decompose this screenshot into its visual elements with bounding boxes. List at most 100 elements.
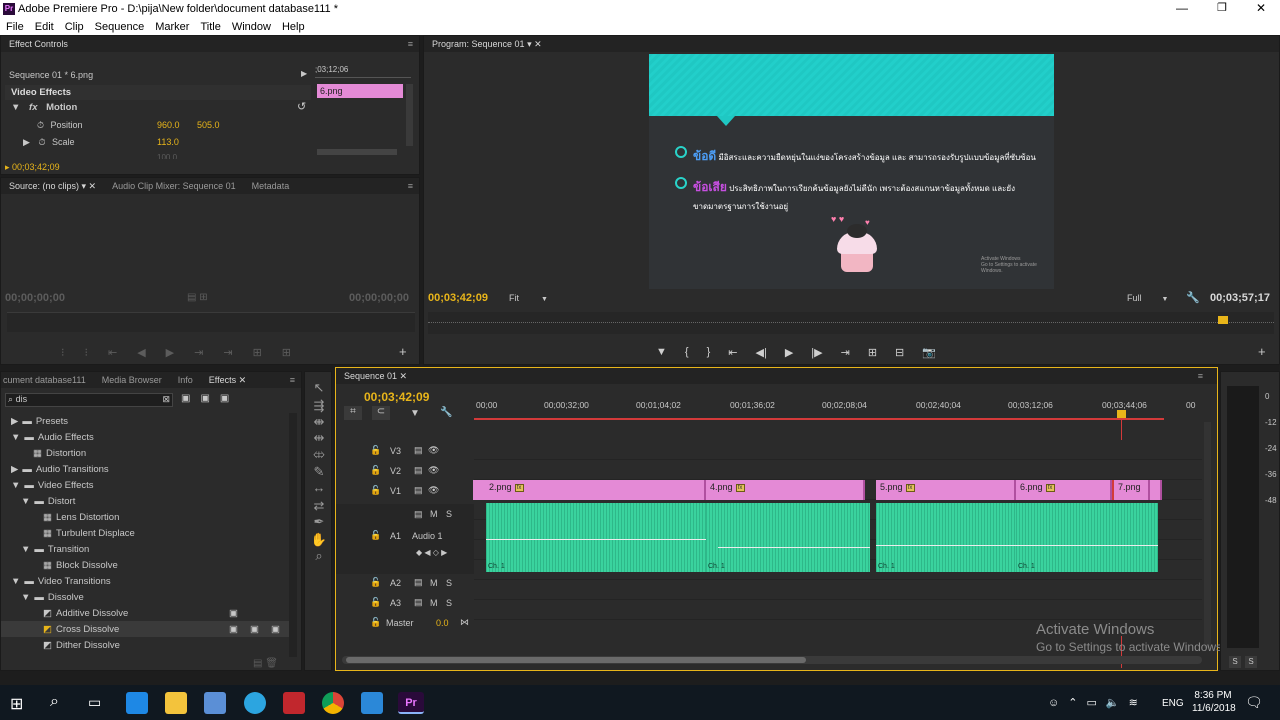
hand-icon[interactable]: ✋ (310, 532, 328, 548)
tree-block-dissolve[interactable]: ▦ Block Dissolve (1, 557, 289, 573)
timeline-vscroll[interactable] (1204, 422, 1211, 648)
lock-icon[interactable]: 🔓 (370, 597, 381, 608)
snap-icon[interactable]: ⌗ (344, 406, 362, 420)
meter-solo-left[interactable]: S (1229, 656, 1241, 668)
keyframe-nav-icon[interactable]: ◆ ◀ ◇ ▶ (416, 548, 447, 557)
play-icon[interactable]: ▶ (785, 346, 793, 359)
clip-5-png[interactable]: 5.png fx (876, 480, 1016, 500)
tree-lens-distortion[interactable]: ▦ Lens Distortion (1, 509, 289, 525)
meter-solo-right[interactable]: S (1245, 656, 1257, 668)
tab-program[interactable]: Program: Sequence 01 ▾ ✕ (424, 39, 550, 50)
tree-distort[interactable]: ▼ ▬ Distort (1, 493, 289, 509)
extract-icon[interactable]: ⊟ (895, 346, 904, 359)
step-back-icon[interactable]: ◀| (755, 346, 766, 359)
mark-in-icon[interactable]: { (685, 346, 689, 359)
audio-clip-2[interactable]: Ch. 1 (706, 503, 870, 572)
tree-audio-transitions[interactable]: ▶ ▬ Audio Transitions (1, 461, 289, 477)
chrome-icon[interactable] (322, 692, 344, 714)
slide-icon[interactable]: ⇄ (310, 498, 328, 514)
add-button[interactable]: + (1258, 344, 1266, 359)
go-to-out-icon[interactable]: ⇥ (841, 346, 850, 359)
tab-media-browser[interactable]: Media Browser (94, 375, 170, 386)
motion-row[interactable]: ▼ fx Motion (11, 102, 77, 113)
source-settings-icon[interactable]: ▤ ⊞ (187, 292, 208, 303)
clip-8-png[interactable] (1150, 480, 1162, 500)
menu-window[interactable]: Window (232, 21, 271, 33)
clip-2-png[interactable]: 2.png fx (473, 480, 706, 500)
effects-search-field[interactable]: ⌕ dis ⊠ (5, 393, 173, 407)
menu-marker[interactable]: Marker (155, 21, 189, 33)
restore-button[interactable]: ❐ (1217, 1, 1227, 14)
new-bin-icon[interactable]: ▤ 🗑 (253, 658, 278, 669)
tab-effects[interactable]: Effects ✕ (201, 375, 254, 386)
track-a1-label[interactable]: A1 (390, 531, 401, 541)
tab-sequence[interactable]: Sequence 01 ✕ (336, 371, 415, 382)
mark-out-icon[interactable]: } (707, 346, 711, 359)
solo-button[interactable]: S (446, 598, 452, 608)
file-explorer-icon[interactable] (165, 692, 187, 714)
track-v2-label[interactable]: V2 (390, 466, 401, 476)
tab-source[interactable]: Source: (no clips) ▾ ✕ (1, 181, 104, 192)
playhead-handle[interactable] (1117, 410, 1126, 418)
search-icon[interactable]: ⌕ (50, 693, 59, 711)
fx-icon[interactable]: fx (29, 102, 37, 113)
lock-icon[interactable]: 🔓 (370, 617, 381, 628)
minimize-button[interactable]: — (1176, 1, 1188, 15)
tab-info[interactable]: Info (170, 375, 201, 386)
work-area-bar[interactable] (474, 418, 1164, 420)
panel-menu-icon[interactable]: ≡ (1198, 371, 1203, 381)
stopwatch-icon[interactable]: ⏱ (37, 120, 44, 130)
lock-icon[interactable]: 🔓 (370, 465, 381, 476)
yuv-effects-icon[interactable]: ▣ (220, 393, 239, 404)
selection-tool-icon[interactable]: ↖ (310, 380, 328, 396)
clock[interactable]: 8:36 PM 11/6/2018 (1192, 690, 1236, 714)
mute-button[interactable]: M (430, 598, 438, 608)
menu-sequence[interactable]: Sequence (95, 21, 145, 33)
sync-lock-icon[interactable]: ▤ (414, 445, 423, 456)
lock-icon[interactable]: 🔓 (370, 577, 381, 588)
audio-clip-4[interactable]: Ch. 1 (1016, 503, 1158, 572)
clear-search-icon[interactable]: ⊠ (162, 394, 170, 405)
tree-video-transitions[interactable]: ▼ ▬ Video Transitions (1, 573, 289, 589)
menu-title[interactable]: Title (200, 21, 220, 33)
track-v3-label[interactable]: V3 (390, 446, 401, 456)
sync-lock-icon[interactable]: ▤ (414, 509, 423, 520)
clip-7-png[interactable]: 7.png (1112, 480, 1150, 500)
tree-video-effects[interactable]: ▼ ▬ Video Effects (1, 477, 289, 493)
program-playhead[interactable] (1218, 316, 1228, 324)
tree-turbulent-displace[interactable]: ▦ Turbulent Displace (1, 525, 289, 541)
premiere-taskbar-icon[interactable]: Pr (398, 692, 424, 714)
fit-dropdown[interactable]: Fit ▼ (509, 293, 559, 305)
timeline-settings-icon[interactable]: 🔧 (440, 407, 452, 418)
menu-help[interactable]: Help (282, 21, 305, 33)
mute-button[interactable]: M (430, 578, 438, 588)
tree-transition[interactable]: ▼ ▬ Transition (1, 541, 289, 557)
clip-6-png[interactable]: 6.png fx (1016, 480, 1112, 500)
people-icon[interactable]: ☺ (1048, 697, 1068, 709)
timeline-timecode[interactable]: 00;03;42;09 (364, 390, 429, 404)
effects-vscroll[interactable] (289, 413, 297, 657)
add-marker-icon[interactable]: ▼ (656, 346, 667, 359)
position-x-value[interactable]: 960.0 (157, 120, 180, 130)
language-indicator[interactable]: ENG (1162, 698, 1184, 709)
track-select-icon[interactable]: ⇶ (310, 398, 328, 414)
program-ruler[interactable] (428, 312, 1274, 334)
sync-lock-icon[interactable]: ▤ (414, 577, 423, 588)
reset-icon[interactable]: ↺ (297, 100, 306, 113)
accelerated-effects-icon[interactable]: ▣ (181, 393, 200, 404)
network-icon[interactable]: ▭ (1086, 697, 1105, 709)
ec-clip-bar[interactable]: 6.png (317, 84, 403, 98)
ie-icon[interactable] (244, 692, 266, 714)
razor-icon[interactable]: ✎ (310, 464, 328, 480)
lock-icon[interactable]: 🔓 (370, 485, 381, 496)
lift-icon[interactable]: ⊞ (868, 346, 877, 359)
tree-additive-dissolve[interactable]: ◩ Additive Dissolve ▣ (1, 605, 289, 621)
audio-clip-1[interactable]: Ch. 1 (486, 503, 706, 572)
clip-4-png[interactable]: 4.png fx (706, 480, 865, 500)
step-forward-icon[interactable]: |▶ (811, 346, 822, 359)
zoom-icon[interactable]: ⌕ (310, 548, 328, 564)
panel-menu-icon[interactable]: ≡ (408, 39, 413, 49)
mute-button[interactable]: M (430, 509, 438, 519)
eye-icon[interactable]: 👁 (428, 445, 439, 456)
add-marker-icon[interactable]: ▼ (410, 408, 420, 419)
